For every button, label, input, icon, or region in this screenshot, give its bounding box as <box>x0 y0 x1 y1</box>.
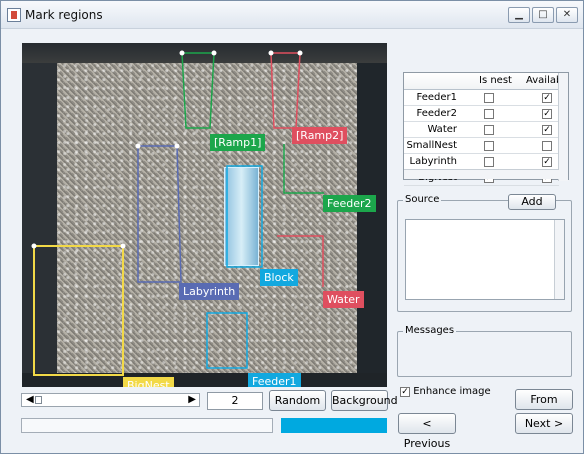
available-checkbox[interactable]: ✓ <box>542 109 552 119</box>
java-app-icon <box>7 8 21 22</box>
close-button[interactable]: ✕ <box>556 7 578 23</box>
enhance-image-checkbox[interactable]: ✓ Enhance image <box>400 386 491 397</box>
table-header: Is nest Availab <box>404 73 562 90</box>
progress-track <box>21 418 273 433</box>
header-is-nest[interactable]: Is nest <box>479 75 512 86</box>
row-name: Water <box>427 124 457 135</box>
table-vertical-scrollbar[interactable] <box>558 73 568 181</box>
source-list[interactable] <box>405 219 565 300</box>
block-region[interactable] <box>226 165 263 268</box>
table-row[interactable]: Labyrinth ✓ <box>404 154 559 170</box>
enhance-label: Enhance image <box>413 386 491 397</box>
minimize-button[interactable]: ▁ <box>508 7 530 23</box>
frame-slider[interactable]: ◀ ▶ <box>21 393 200 407</box>
source-title: Source <box>403 194 442 205</box>
slider-thumb[interactable] <box>35 396 42 404</box>
available-checkbox[interactable]: ✓ <box>542 157 552 167</box>
bignest-region[interactable] <box>33 245 124 376</box>
slider-left-arrow[interactable]: ◀ <box>26 394 34 405</box>
background-button[interactable]: Background <box>331 390 398 411</box>
available-checkbox[interactable]: ✓ <box>542 125 552 135</box>
random-button[interactable]: Random <box>269 390 326 411</box>
maximize-button[interactable]: □ <box>532 7 554 23</box>
feeder2-region[interactable] <box>283 144 324 194</box>
region-label-feeder1[interactable]: Feeder1 <box>248 373 301 387</box>
previous-button[interactable]: < Previous <box>398 413 456 450</box>
window-title: Mark regions <box>25 8 103 22</box>
region-label-block[interactable]: Block <box>260 269 298 286</box>
available-checkbox[interactable]: ✓ <box>542 93 552 103</box>
ramp2-region[interactable] <box>270 52 301 129</box>
region-label-ramp2[interactable]: [Ramp2] <box>292 127 348 144</box>
row-name: SmallNest <box>406 140 457 151</box>
messages-title: Messages <box>403 325 457 336</box>
table-row[interactable]: Water ✓ <box>404 122 559 138</box>
add-source-button[interactable]: Add <box>508 194 556 210</box>
from-file-button[interactable]: From file... <box>515 389 573 426</box>
title-bar: Mark regions ▁ □ ✕ <box>1 1 583 29</box>
is-nest-checkbox[interactable] <box>484 141 494 151</box>
region-label-water[interactable]: Water <box>323 291 364 308</box>
region-label-bignest[interactable]: BigNest <box>123 377 174 387</box>
is-nest-checkbox[interactable] <box>484 125 494 135</box>
messages-group: Messages <box>397 325 572 377</box>
labyrinth-region[interactable] <box>137 145 182 283</box>
table-row[interactable]: Feeder2 ✓ <box>404 106 559 122</box>
enhance-checkbox[interactable]: ✓ <box>400 387 410 397</box>
progress-fill <box>281 418 387 433</box>
region-overlay[interactable] <box>22 43 387 387</box>
row-name: Feeder2 <box>416 108 457 119</box>
source-scrollbar[interactable] <box>554 220 564 299</box>
row-name: Labyrinth <box>409 156 457 167</box>
is-nest-checkbox[interactable] <box>484 109 494 119</box>
is-nest-checkbox[interactable] <box>484 157 494 167</box>
header-available[interactable]: Availab <box>526 75 562 86</box>
next-button[interactable]: Next > <box>515 413 573 434</box>
table-row[interactable]: Feeder1 ✓ <box>404 90 559 106</box>
region-label-feeder2[interactable]: Feeder2 <box>323 195 376 212</box>
is-nest-checkbox[interactable] <box>484 93 494 103</box>
region-label-ramp1[interactable]: [Ramp1] <box>210 134 266 151</box>
slider-right-arrow[interactable]: ▶ <box>188 394 196 405</box>
regions-table[interactable]: Is nest Availab Feeder1 ✓ Feeder2 ✓ Water … <box>403 72 569 186</box>
table-row[interactable]: SmallNest <box>404 138 559 154</box>
mark-regions-window: Mark regions ▁ □ ✕ [Ramp1] [Ramp2] Feede… <box>0 0 584 454</box>
feeder1-region[interactable] <box>206 312 248 369</box>
row-name: Feeder1 <box>416 92 457 103</box>
camera-view[interactable]: [Ramp1] [Ramp2] Feeder2 Labyrinth Block … <box>22 43 387 387</box>
table-horizontal-scrollbar[interactable] <box>404 169 559 179</box>
region-label-labyrinth[interactable]: Labyrinth <box>179 283 240 300</box>
ramp1-region[interactable] <box>181 52 215 129</box>
available-checkbox[interactable] <box>542 141 552 151</box>
frame-number-input[interactable]: 2 <box>207 392 263 410</box>
